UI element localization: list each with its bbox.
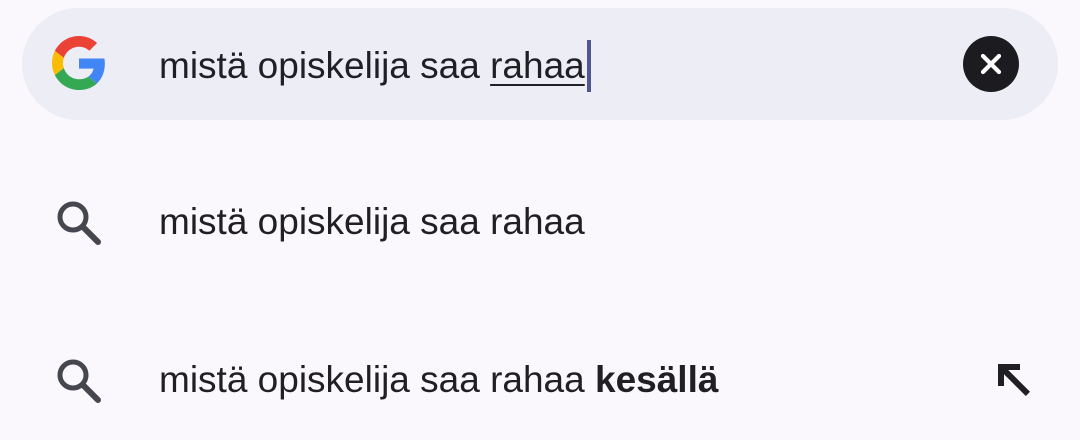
search-icon: [57, 201, 101, 245]
google-g-icon: [52, 36, 105, 90]
query-text: mistä opiskelija saa: [159, 45, 491, 86]
suggestion-label: mistä opiskelija saa rahaa: [159, 201, 585, 242]
arrow-up-left-icon[interactable]: [990, 356, 1038, 404]
search-input[interactable]: mistä opiskelija saa rahaa: [159, 40, 591, 92]
suggestion-item[interactable]: mistä opiskelija saa rahaa: [0, 162, 1080, 282]
close-icon: [980, 53, 1002, 75]
search-icon: [57, 359, 101, 403]
clear-button[interactable]: [963, 36, 1019, 92]
suggestion-item[interactable]: mistä opiskelija saa rahaa kesällä: [0, 320, 1080, 440]
text-cursor: [586, 40, 591, 92]
suggestion-label: mistä opiskelija saa rahaa: [159, 359, 595, 400]
suggestion-text: mistä opiskelija saa rahaa kesällä: [159, 354, 718, 406]
suggestion-completion: kesällä: [595, 359, 719, 400]
suggestion-text: mistä opiskelija saa rahaa: [159, 196, 585, 248]
query-composing-text: rahaa: [490, 45, 585, 86]
